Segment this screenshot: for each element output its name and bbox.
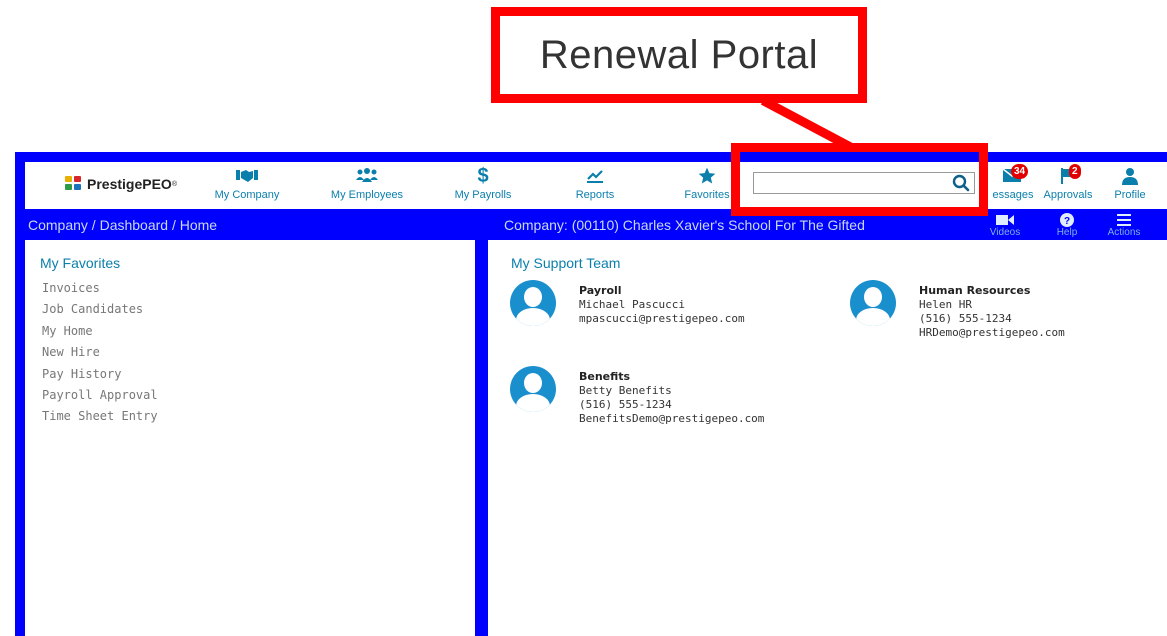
sub-header-bar: Company / Dashboard / Home Company: (001… — [15, 209, 1167, 239]
support-team-panel: My Support Team Payroll Michael Pascucci… — [488, 240, 1167, 636]
contact-card-hr: Human Resources Helen HR (516) 555-1234 … — [850, 280, 1065, 340]
favorite-item[interactable]: Payroll Approval — [42, 385, 158, 406]
contact-email[interactable]: mpascucci@prestigepeo.com — [579, 312, 745, 326]
search-button[interactable] — [949, 173, 973, 193]
question-circle-icon: ? — [1047, 213, 1087, 227]
flag-icon — [1038, 164, 1098, 188]
nav-label: My Company — [214, 189, 280, 201]
breadcrumb: Company / Dashboard / Home — [28, 217, 218, 233]
avatar — [510, 280, 556, 326]
nav-my-employees[interactable]: My Employees — [322, 164, 412, 201]
favorite-item[interactable]: My Home — [42, 321, 158, 342]
user-icon — [1110, 164, 1150, 188]
hamburger-menu-icon — [1104, 213, 1144, 227]
messages-count-badge: 34 — [1011, 164, 1029, 179]
videos-label: Videos — [989, 227, 1021, 238]
help-label: Help — [1056, 227, 1078, 238]
favorite-item[interactable]: Pay History — [42, 364, 158, 385]
favorite-item[interactable]: Job Candidates — [42, 299, 158, 320]
contact-phone: (516) 555-1234 — [579, 398, 672, 411]
video-camera-icon — [985, 213, 1025, 227]
support-team-title: My Support Team — [511, 255, 621, 271]
contact-card-payroll: Payroll Michael Pascucci mpascucci@prest… — [510, 280, 745, 326]
nav-label: Approvals — [1043, 189, 1093, 201]
nav-profile[interactable]: Profile — [1110, 164, 1150, 201]
search-input[interactable] — [753, 172, 975, 194]
dollar-icon: $ — [477, 164, 489, 187]
videos-button[interactable]: Videos — [985, 213, 1025, 238]
actions-button[interactable]: Actions — [1104, 213, 1144, 238]
line-chart-icon — [555, 164, 635, 188]
nav-reports[interactable]: Reports — [555, 164, 635, 201]
brand-name: PrestigePEO — [87, 176, 172, 192]
top-navigation: PrestigePEO ® My Company My Employees $ M… — [25, 162, 1167, 209]
nav-label: Reports — [575, 189, 615, 201]
brand-trademark: ® — [171, 180, 177, 188]
renewal-portal-callout: Renewal Portal — [491, 7, 867, 103]
search-icon — [952, 174, 970, 192]
logo-mark-icon — [65, 176, 83, 192]
company-title: Company: (00110) Charles Xavier's School… — [504, 217, 865, 233]
nav-messages[interactable]: essages 34 — [991, 164, 1035, 201]
nav-label: My Payrolls — [454, 189, 512, 201]
contact-name: Helen HR — [919, 298, 972, 311]
contact-phone: (516) 555-1234 — [919, 312, 1012, 325]
callout-label: Renewal Portal — [539, 32, 819, 77]
contact-card-benefits: Benefits Betty Benefits (516) 555-1234 B… — [510, 366, 764, 426]
contact-name: Betty Benefits — [579, 384, 672, 397]
favorites-title: My Favorites — [40, 255, 121, 271]
favorite-item[interactable]: Time Sheet Entry — [42, 406, 158, 427]
nav-my-payrolls[interactable]: $ My Payrolls — [438, 164, 528, 202]
app-frame: PrestigePEO ® My Company My Employees $ M… — [15, 152, 1167, 636]
brand-logo[interactable]: PrestigePEO ® — [65, 176, 177, 192]
handshake-icon — [207, 164, 287, 188]
contact-role: Benefits — [579, 370, 631, 383]
avatar — [850, 280, 896, 326]
nav-approvals[interactable]: Approvals 2 — [1038, 164, 1098, 201]
nav-my-company[interactable]: My Company — [207, 164, 287, 201]
svg-text:?: ? — [1064, 216, 1070, 227]
nav-label: My Employees — [330, 189, 404, 201]
avatar — [510, 366, 556, 412]
favorite-item[interactable]: Invoices — [42, 278, 158, 299]
contact-email[interactable]: HRDemo@prestigepeo.com — [919, 326, 1065, 340]
nav-label: Profile — [1114, 189, 1146, 201]
favorite-item[interactable]: New Hire — [42, 342, 158, 363]
users-icon — [322, 164, 412, 188]
contact-email[interactable]: BenefitsDemo@prestigepeo.com — [579, 412, 764, 426]
approvals-count-badge: 2 — [1069, 164, 1081, 179]
favorites-list: Invoices Job Candidates My Home New Hire… — [42, 278, 158, 428]
nav-label: essages — [992, 189, 1034, 201]
contact-role: Human Resources — [919, 284, 1031, 297]
contact-name: Michael Pascucci — [579, 298, 685, 311]
help-button[interactable]: ? Help — [1047, 213, 1087, 238]
favorites-panel: My Favorites Invoices Job Candidates My … — [25, 240, 475, 636]
actions-label: Actions — [1107, 227, 1141, 238]
contact-role: Payroll — [579, 284, 622, 297]
